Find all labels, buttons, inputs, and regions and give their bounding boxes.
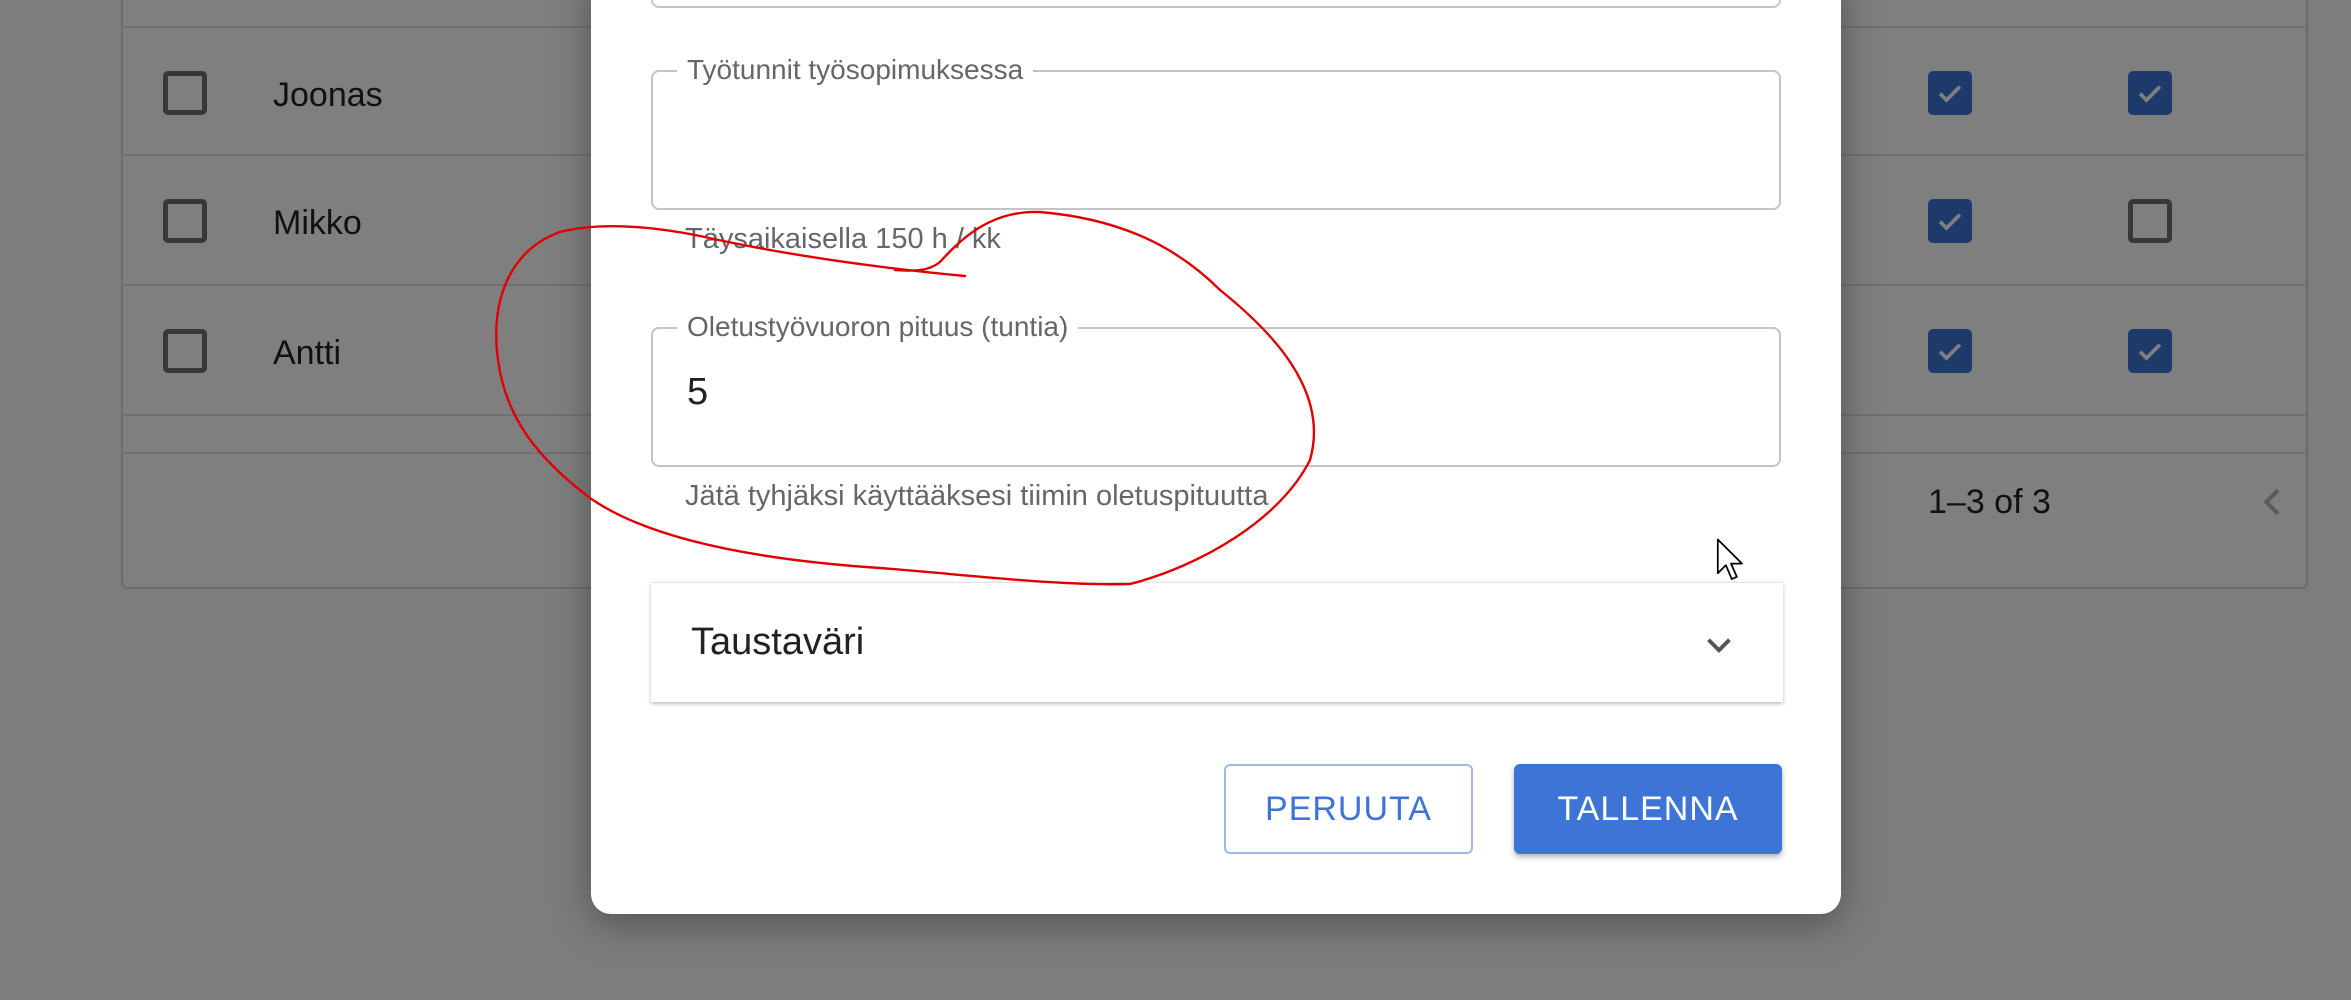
work-hours-label: Työtunnit työsopimuksessa [677, 54, 1034, 86]
background-color-title: Taustaväri [691, 621, 865, 663]
default-shift-length-field[interactable]: Oletustyövuoron pituus (tuntia) 5 [651, 311, 1781, 467]
cancel-button[interactable]: PERUUTA [1224, 764, 1473, 854]
edit-employee-dialog: Työtunnit työsopimuksessa Täysaikaisella… [591, 0, 1841, 914]
work-hours-field[interactable]: Työtunnit työsopimuksessa [651, 54, 1781, 210]
default-shift-length-helper: Jätä tyhjäksi käyttääksesi tiimin oletus… [685, 480, 1269, 512]
default-shift-length-value[interactable]: 5 [687, 371, 708, 414]
default-shift-length-label: Oletustyövuoron pituus (tuntia) [677, 311, 1079, 343]
background-color-accordion[interactable]: Taustaväri [651, 582, 1783, 702]
work-hours-helper: Täysaikaisella 150 h / kk [685, 223, 1001, 255]
chevron-down-icon[interactable] [1701, 627, 1737, 663]
previous-field-edge [651, 0, 1781, 8]
mouse-cursor-icon [1716, 538, 1743, 580]
save-button[interactable]: TALLENNA [1514, 764, 1782, 854]
